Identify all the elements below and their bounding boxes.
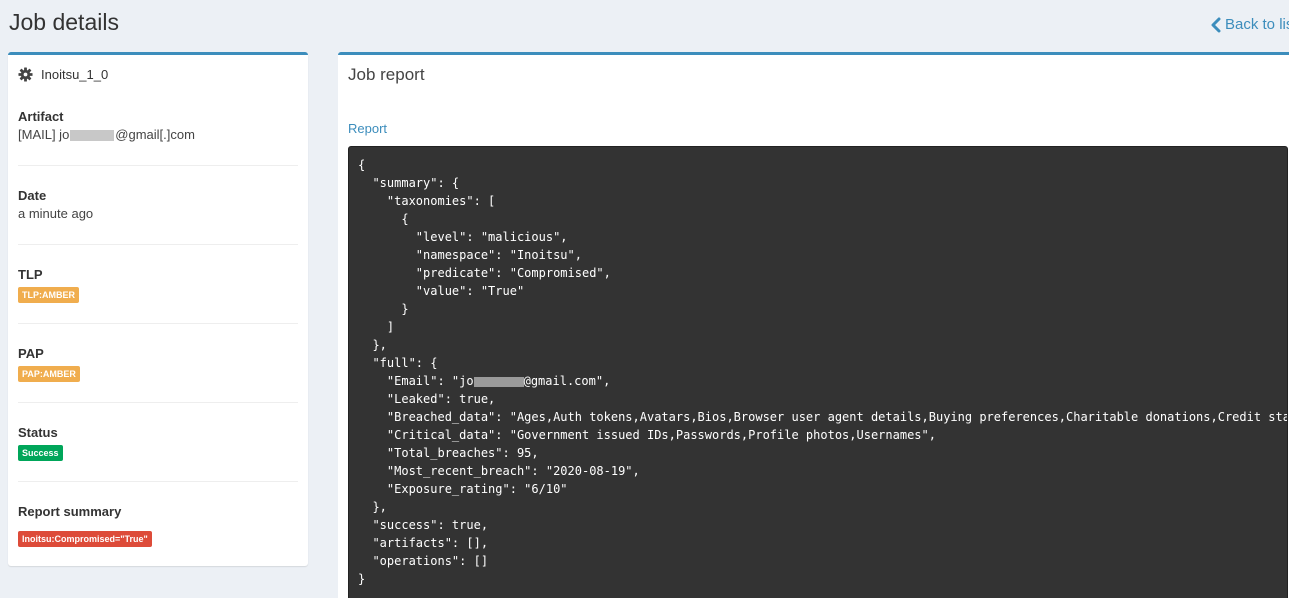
code-line: "value": "True" (358, 284, 525, 298)
code-line: "taxonomies": [ (358, 194, 496, 208)
artifact-label: Artifact (18, 109, 64, 124)
code-line: "Leaked": true, (358, 392, 496, 406)
email-suffix: @gmail.com", (523, 374, 611, 388)
job-report-panel: Job report Report { "summary": { "taxono… (338, 52, 1289, 598)
tlp-label: TLP (18, 267, 43, 282)
code-line: "level": "malicious", (358, 230, 568, 244)
code-line: }, (358, 500, 387, 514)
code-line: "success": true, (358, 518, 489, 532)
code-line: }, (358, 338, 387, 352)
date-section: Date a minute ago (18, 188, 298, 221)
analyzer-header: Inoitsu_1_0 (18, 67, 108, 82)
tlp-section: TLP TLP:AMBER (18, 267, 298, 303)
chevron-left-icon (1211, 17, 1221, 32)
code-line: "Breached_data": "Ages,Auth tokens,Avata… (358, 410, 1288, 424)
code-line: "Exposure_rating": "6/10" (358, 482, 568, 496)
taxonomy-badge: Inoitsu:Compromised="True" (18, 531, 152, 547)
job-report-title: Job report (348, 65, 425, 84)
status-badge: Success (18, 445, 63, 461)
code-line: "predicate": "Compromised", (358, 266, 611, 280)
artifact-value: [MAIL] jo @gmail[.]com (18, 127, 298, 142)
report-summary-label: Report summary (18, 504, 122, 519)
redacted-text (70, 130, 115, 142)
analyzer-name: Inoitsu_1_0 (41, 67, 109, 82)
divider (18, 323, 298, 324)
tab-report[interactable]: Report (348, 121, 387, 136)
status-section: Status Success (18, 425, 298, 461)
tlp-badge: TLP:AMBER (18, 287, 79, 303)
pap-section: PAP PAP:AMBER (18, 346, 298, 382)
page-title: Job details (9, 9, 119, 35)
code-line: "Critical_data": "Government issued IDs,… (358, 428, 936, 442)
code-line: "namespace": "Inoitsu", (358, 248, 582, 262)
code-line: "full": { (358, 356, 438, 370)
redacted-text (473, 376, 524, 387)
code-line: ] (358, 320, 395, 334)
code-line: "Most_recent_breach": "2020-08-19", (358, 464, 640, 478)
artifact-suffix: @gmail[.]com (115, 127, 195, 142)
date-value: a minute ago (18, 206, 94, 221)
report-json-viewer[interactable]: { "summary": { "taxonomies": [ { "level"… (348, 146, 1288, 598)
code-line: "operations": [] (358, 554, 489, 568)
status-label: Status (18, 425, 58, 440)
divider (18, 402, 298, 403)
back-to-list-link[interactable]: Back to lis (1210, 16, 1289, 33)
code-line: } (358, 572, 366, 586)
back-link-label[interactable]: Back to lis (1225, 16, 1289, 33)
code-line: } (358, 302, 409, 316)
gear-icon (18, 67, 33, 82)
pap-badge: PAP:AMBER (18, 366, 80, 382)
report-summary-section: Report summary Inoitsu:Compromised="True… (18, 504, 298, 547)
divider (18, 244, 298, 245)
artifact-section: Artifact [MAIL] jo @gmail[.]com (18, 109, 298, 142)
pap-label: PAP (18, 346, 44, 361)
code-line-email: "Email": "jo @gmail.com", (358, 372, 1278, 390)
email-prefix: "Email": "jo (358, 374, 474, 388)
divider (18, 165, 298, 166)
code-line: { (358, 212, 409, 226)
divider (18, 481, 298, 482)
code-line: "summary": { (358, 176, 460, 190)
code-line: "Total_breaches": 95, (358, 446, 539, 460)
code-line: "artifacts": [], (358, 536, 489, 550)
code-line: { (358, 158, 366, 172)
date-label: Date (18, 188, 47, 203)
artifact-prefix: [MAIL] jo (18, 127, 70, 142)
job-info-panel: Inoitsu_1_0 Artifact [MAIL] jo @gmail[.]c… (8, 52, 308, 566)
